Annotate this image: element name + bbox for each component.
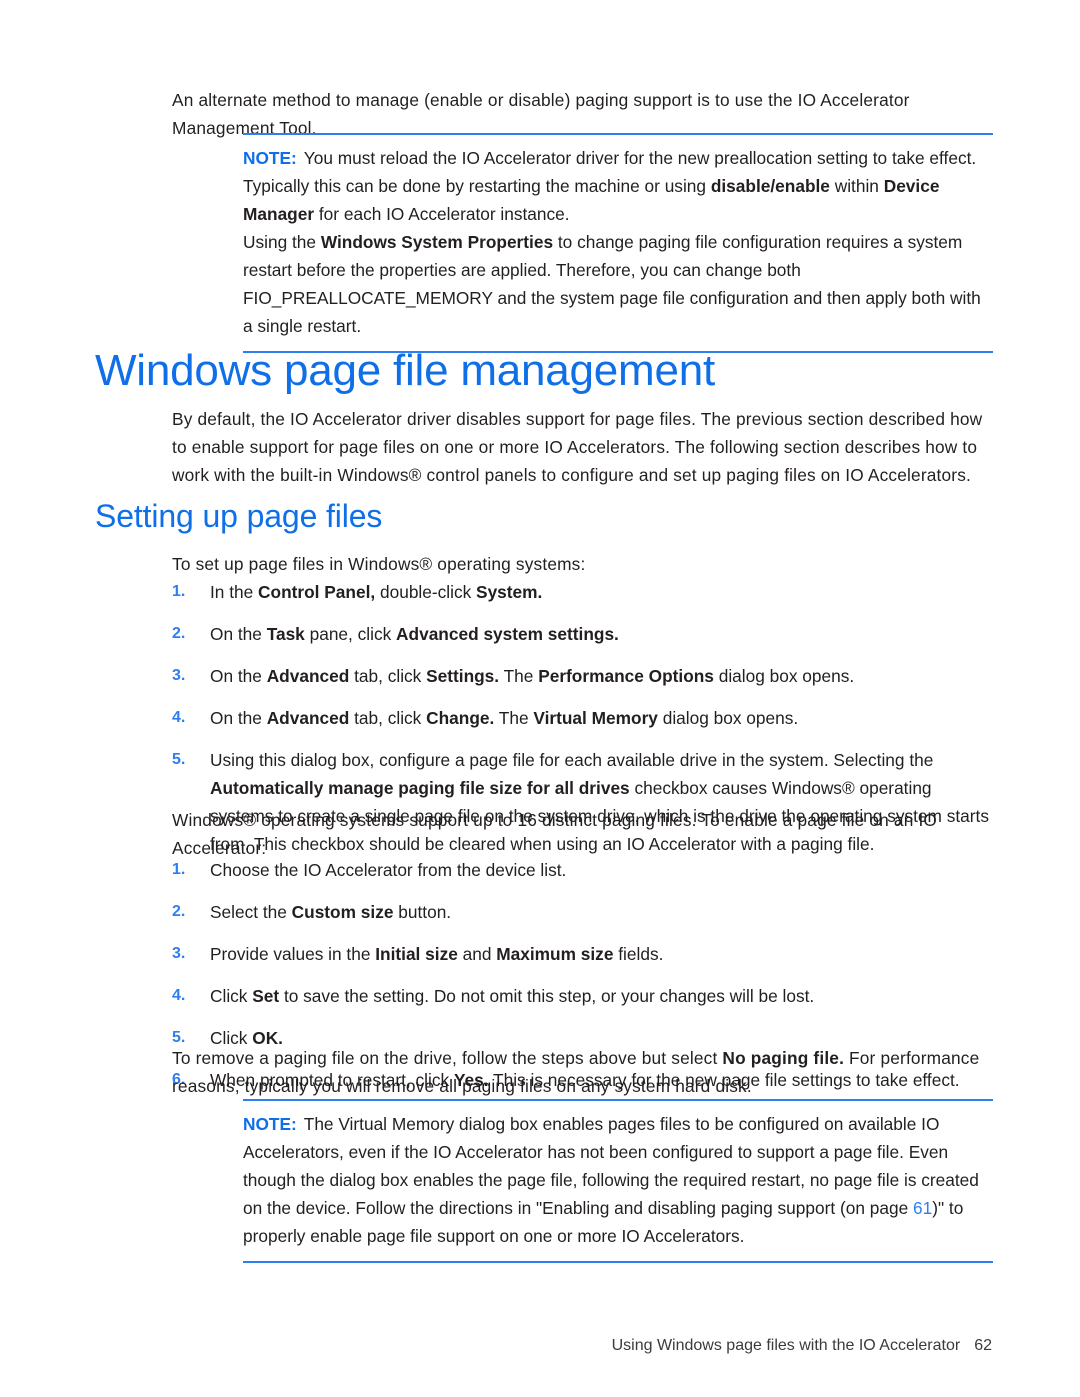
list-item-text-run: Using this dialog box, configure a page … (210, 750, 934, 771)
list-item-text-bold: Performance Options (538, 666, 714, 687)
closing-bold: No paging file. (722, 1048, 845, 1068)
list-item: 3. Provide values in the Initial size and… (172, 940, 992, 968)
list-item: 1. In the Control Panel, double-click Sys… (172, 578, 992, 606)
note-top-text-bold-1: disable/enable (710, 176, 830, 197)
list-item-text-bold: Automatically manage paging file size fo… (210, 778, 630, 799)
list-item-text: On the Task pane, click Advanced system … (210, 620, 992, 648)
note-bottom-a: The Virtual Memory dialog box enables pa… (243, 1114, 979, 1219)
list-item: 3. On the Advanced tab, click Settings. T… (172, 662, 992, 690)
closing-a: To remove a paging file on the drive, fo… (172, 1048, 723, 1068)
note-top-p2-bold: Windows System Properties (320, 232, 554, 253)
list-item-text-run: Provide values in the (210, 944, 376, 965)
list-item-text-run: On the (210, 624, 267, 645)
list-item-text-run: and (457, 944, 497, 965)
list-item-text-bold: Settings. (426, 666, 500, 687)
list-item-text-bold: Maximum size (496, 944, 614, 965)
list-item-text-bold: Advanced (266, 708, 350, 729)
list-item-text-bold: System. (476, 582, 543, 602)
list-item-text-bold: Set (252, 986, 280, 1007)
list-item-text: On the Advanced tab, click Settings. The… (210, 662, 992, 690)
list2-intro: Windows® operating systems support up to… (172, 806, 992, 862)
note-top-paragraph-1: NOTE: You must reload the IO Accelerator … (243, 144, 993, 228)
list-item-text-run: tab, click (349, 708, 427, 729)
list-item: 4. On the Advanced tab, click Change. The… (172, 704, 992, 732)
note-bottom-paragraph: NOTE: The Virtual Memory dialog box enabl… (243, 1110, 993, 1250)
closing-paragraph: To remove a paging file on the drive, fo… (172, 1044, 992, 1100)
section-heading-setting-up-page-files: Setting up page files (95, 498, 383, 534)
list-item-text-run: Select the (210, 902, 292, 923)
list-item-text: Click Set to save the setting. Do not om… (210, 982, 992, 1010)
note-label: NOTE: (243, 1114, 297, 1134)
list-item: 1. Choose the IO Accelerator from the dev… (172, 856, 992, 884)
list-item-number: 1. (172, 583, 186, 600)
list-item-text-run: fields. (613, 944, 664, 965)
list1-intro: To set up page files in Windows® operati… (172, 550, 992, 578)
list-item-number: 2. (172, 903, 186, 921)
section-intro-text: By default, the IO Accelerator driver di… (172, 409, 983, 486)
closing-paragraph-text: To remove a paging file on the drive, fo… (172, 1044, 992, 1100)
list1-intro-text: To set up page files in Windows® operati… (172, 554, 586, 574)
list-item-text: In the Control Panel, double-click Syste… (210, 578, 992, 606)
list-item-text-bold: Initial size (375, 944, 458, 965)
note-box-bottom: NOTE: The Virtual Memory dialog box enabl… (243, 1099, 993, 1264)
page-title: Windows page file management (95, 346, 715, 395)
list-item: 2. On the Task pane, click Advanced syste… (172, 620, 992, 648)
list-item-text-run: The (499, 666, 539, 687)
list-item-text: On the Advanced tab, click Change. The V… (210, 704, 992, 732)
list-item-text-run: On the (210, 708, 267, 729)
section-intro-paragraph: By default, the IO Accelerator driver di… (172, 405, 992, 489)
footer-page-number: 62 (974, 1337, 992, 1354)
list-item-text: Choose the IO Accelerator from the devic… (210, 856, 992, 884)
document-page: An alternate method to manage (enable or… (0, 0, 1080, 1397)
list-item-text-run: dialog box opens. (713, 666, 855, 687)
note-top-paragraph-2: Using the Windows System Properties to c… (243, 228, 993, 340)
list-item-text-run: button. (393, 902, 452, 923)
list2-intro-text: Windows® operating systems support up to… (172, 810, 938, 859)
list-item-number: 2. (172, 625, 186, 643)
page-footer: Using Windows page files with the IO Acc… (0, 1337, 1080, 1355)
list-item-text-bold: Control Panel, (258, 582, 376, 602)
list-item-text-run: tab, click (349, 666, 427, 687)
list-item-number: 1. (172, 861, 186, 878)
list-item-text-bold: Virtual Memory (533, 708, 658, 729)
footer-running-title: Using Windows page files with the IO Acc… (611, 1337, 961, 1354)
list-item-text-run: pane, click (304, 624, 397, 645)
note-label: NOTE: (243, 148, 297, 168)
list-item-text-run: Choose the IO Accelerator from the devic… (210, 860, 567, 880)
list-item-text-bold: Advanced system settings. (396, 624, 619, 645)
note-top-text-c: within (829, 176, 884, 197)
note-top-body: NOTE: You must reload the IO Accelerator … (243, 144, 993, 340)
list-item-text-bold: Advanced (266, 666, 350, 687)
note-top-p2-a: Using the (243, 232, 321, 253)
list-item-text-run: The (494, 708, 534, 729)
list-item-text-bold: Change. (426, 708, 495, 729)
list-item-text-bold: Custom size (291, 902, 394, 923)
list-item-text-run: double-click (375, 582, 477, 602)
list-item-number: 3. (172, 945, 186, 963)
list-item-text-run: Click (210, 986, 253, 1007)
list-item-number: 3. (172, 667, 186, 685)
list-item-text-run: dialog box opens. (657, 708, 799, 729)
list-item-text-bold: Task (266, 624, 305, 645)
list-item-number: 5. (172, 751, 186, 769)
list-item-text-run: On the (210, 666, 267, 687)
list-item-text: Provide values in the Initial size and M… (210, 940, 992, 968)
list-item-text-run: to save the setting. Do not omit this st… (279, 986, 815, 1007)
note-bottom-body: NOTE: The Virtual Memory dialog box enabl… (243, 1110, 993, 1250)
cross-reference-link-page-61[interactable]: 61 (913, 1198, 932, 1218)
list-item-number: 4. (172, 987, 186, 1005)
list-item: 2. Select the Custom size button. (172, 898, 992, 926)
list-item: 4. Click Set to save the setting. Do not … (172, 982, 992, 1010)
list-item-text-run: In the (210, 582, 259, 602)
note-box-top: NOTE: You must reload the IO Accelerator … (243, 133, 993, 354)
note-top-text-e: for each IO Accelerator instance. (314, 204, 570, 225)
list-item-text: Select the Custom size button. (210, 898, 992, 926)
list-item-number: 4. (172, 709, 186, 727)
